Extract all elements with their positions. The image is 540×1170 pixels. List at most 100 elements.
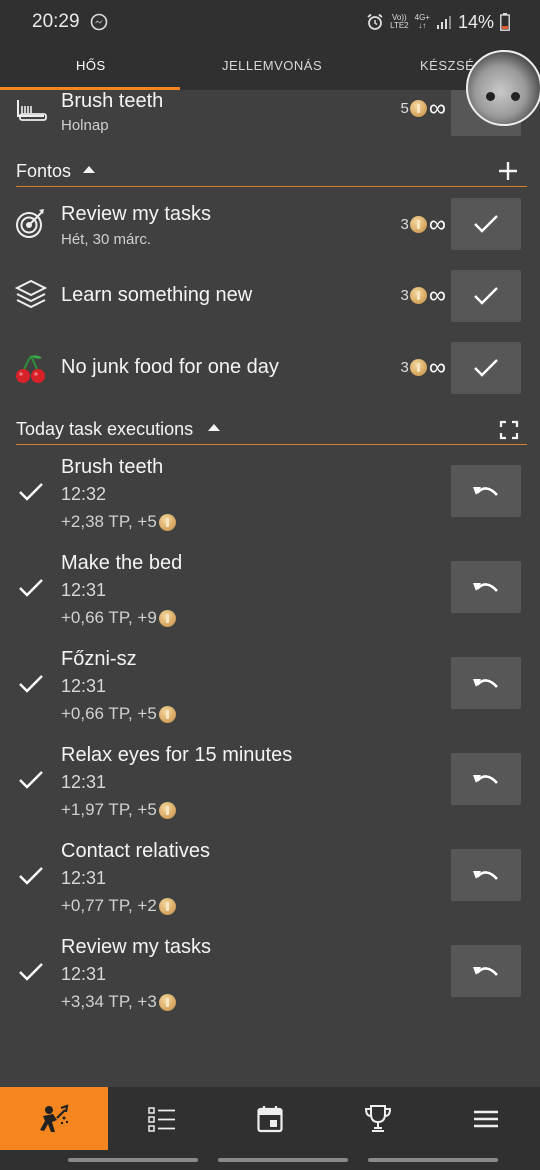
tab-traits[interactable]: JELLEMVONÁS [222,58,322,73]
execution-row: Review my tasks 12:31 +3,34 TP, +3 [0,932,540,1028]
undo-button[interactable] [451,561,521,613]
coin-icon [158,609,176,627]
task-row[interactable]: No junk food for one day 3 ∞ [0,332,540,404]
task-subtitle: Holnap [61,117,109,134]
execution-gain: +3,34 TP, +3 [61,992,176,1012]
execution-gain: +0,66 TP, +5 [61,704,176,724]
gesture-pill [218,1158,348,1162]
check-icon [19,867,43,885]
infinity-icon: ∞ [428,211,446,238]
target-icon [16,209,44,238]
coin-icon [158,993,176,1011]
complete-button[interactable] [451,342,521,394]
collapse-caret-icon[interactable] [83,166,95,173]
task-list-icon [148,1106,175,1132]
cherry-icon [16,355,45,383]
undo-icon [473,487,498,496]
undo-button[interactable] [451,753,521,805]
status-bar: 20:29 Vo)) LTE2 4G+ ↓↑ 14% [0,0,540,44]
undo-icon [473,871,498,880]
execution-title: Make the bed [61,552,183,574]
nav-tasks[interactable] [108,1087,216,1150]
toothbrush-icon [17,100,47,121]
execution-row: Make the bed 12:31 +0,66 TP, +9 [0,548,540,644]
undo-button[interactable] [451,465,521,517]
execution-gain: +0,66 TP, +9 [61,608,176,628]
network-indicator: 4G+ ↓↑ [414,13,430,30]
alarm-icon [367,13,383,30]
task-reward: 5 ∞ [400,95,446,122]
execution-row: Contact relatives 12:31 +0,77 TP, +2 [0,836,540,932]
undo-icon [473,679,498,688]
task-row[interactable]: Learn something new 3 ∞ [0,260,540,332]
volte-indicator: Vo)) LTE2 [390,13,409,30]
execution-row: Relax eyes for 15 minutes 12:31 +1,97 TP… [0,740,540,836]
task-title: Learn something new [61,284,253,306]
gesture-bar [0,1150,540,1170]
fullscreen-icon[interactable] [499,420,519,440]
execution-row: Főzni-sz 12:31 +0,66 TP, +5 [0,644,540,740]
undo-button[interactable] [451,849,521,901]
complete-button[interactable] [451,270,521,322]
execution-title: Főzni-sz [61,648,137,670]
undo-button[interactable] [451,945,521,997]
signal-icon [436,16,451,29]
collapse-caret-icon[interactable] [208,424,220,431]
task-row[interactable]: Review my tasks Hét, 30 márc. 3 ∞ [0,190,540,260]
battery-percent: 14% [457,11,494,32]
nav-menu[interactable] [432,1087,540,1150]
execution-time: 12:31 [61,964,107,984]
check-icon [19,771,43,789]
execution-time: 12:31 [61,580,107,600]
nav-achievements[interactable] [324,1087,432,1150]
plus-icon[interactable] [497,160,519,182]
task-reward: 3 ∞ [400,354,446,381]
gesture-pill [368,1158,498,1162]
undo-icon [473,775,498,784]
coin-icon [409,287,427,304]
section-header-important[interactable]: Fontos [16,158,527,187]
nav-calendar[interactable] [216,1087,324,1150]
undo-icon [473,967,498,976]
check-icon [19,579,43,597]
check-icon [19,675,43,693]
books-icon [14,279,48,309]
avatar[interactable] [466,50,540,126]
section-label: Fontos [16,161,72,181]
section-label: Today task executions [16,419,194,439]
undo-button[interactable] [451,657,521,709]
task-title: No junk food for one day [61,356,279,378]
hero-icon [40,1103,69,1132]
check-icon [19,483,43,501]
section-header-executions[interactable]: Today task executions [16,416,527,445]
check-icon [19,963,43,981]
calendar-icon [257,1105,283,1132]
bottom-navigation [0,1087,540,1150]
execution-gain: +0,77 TP, +2 [61,896,176,916]
infinity-icon: ∞ [428,95,446,122]
coin-icon [158,513,176,531]
execution-title: Brush teeth [61,456,164,478]
execution-title: Relax eyes for 15 minutes [61,744,293,766]
execution-title: Review my tasks [61,936,212,958]
execution-gain: +2,38 TP, +5 [61,512,176,532]
execution-time: 12:31 [61,676,107,696]
trophy-icon [364,1104,392,1132]
execution-time: 12:31 [61,772,107,792]
infinity-icon: ∞ [428,282,446,309]
coin-icon [158,705,176,723]
execution-title: Contact relatives [61,840,210,862]
menu-icon [474,1110,498,1127]
coin-icon [409,216,427,233]
coin-icon [158,897,176,915]
execution-gain: +1,97 TP, +5 [61,800,176,820]
nav-hero[interactable] [0,1087,108,1150]
check-icon [474,215,498,233]
clock: 20:29 [32,11,80,32]
tab-hero[interactable]: HŐS [76,58,106,73]
execution-row: Brush teeth 12:32 +2,38 TP, +5 [0,452,540,548]
complete-button[interactable] [451,198,521,250]
check-icon [474,287,498,305]
gesture-pill [68,1158,198,1162]
task-row-top[interactable]: Brush teeth Holnap 5 ∞ [0,90,540,152]
